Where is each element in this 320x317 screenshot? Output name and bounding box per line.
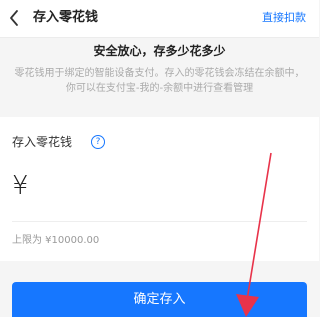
currency-symbol: ¥ (12, 171, 29, 201)
confirm-deposit-button[interactable]: 确定存入 (12, 282, 307, 317)
navigation-bar: 存入零花钱 直接扣款 (0, 0, 319, 38)
divider (12, 221, 307, 222)
info-banner: 安全放心，存多少花多少 零花钱用于绑定的智能设备支付。存入的零花钱会冻结在余额中… (0, 38, 319, 109)
amount-input-row[interactable]: ¥ (12, 167, 307, 205)
direct-debit-link[interactable]: 直接扣款 (262, 10, 306, 26)
deposit-card: 存入零花钱 ? ¥ 上限为 ¥10000.00 (0, 117, 319, 261)
amount-field[interactable] (34, 171, 307, 201)
deposit-label: 存入零花钱 (12, 135, 73, 149)
page-title: 存入零花钱 (33, 10, 99, 25)
question-circle-icon[interactable]: ? (91, 135, 105, 149)
deposit-limit: 上限为 ¥10000.00 (12, 235, 100, 246)
banner-description: 零花钱用于绑定的智能设备支付。存入的零花钱会冻结在余额中，你可以在支付宝-我的-… (14, 68, 305, 94)
chevron-left-icon[interactable] (7, 8, 23, 28)
banner-headline: 安全放心，存多少花多少 (93, 44, 226, 58)
